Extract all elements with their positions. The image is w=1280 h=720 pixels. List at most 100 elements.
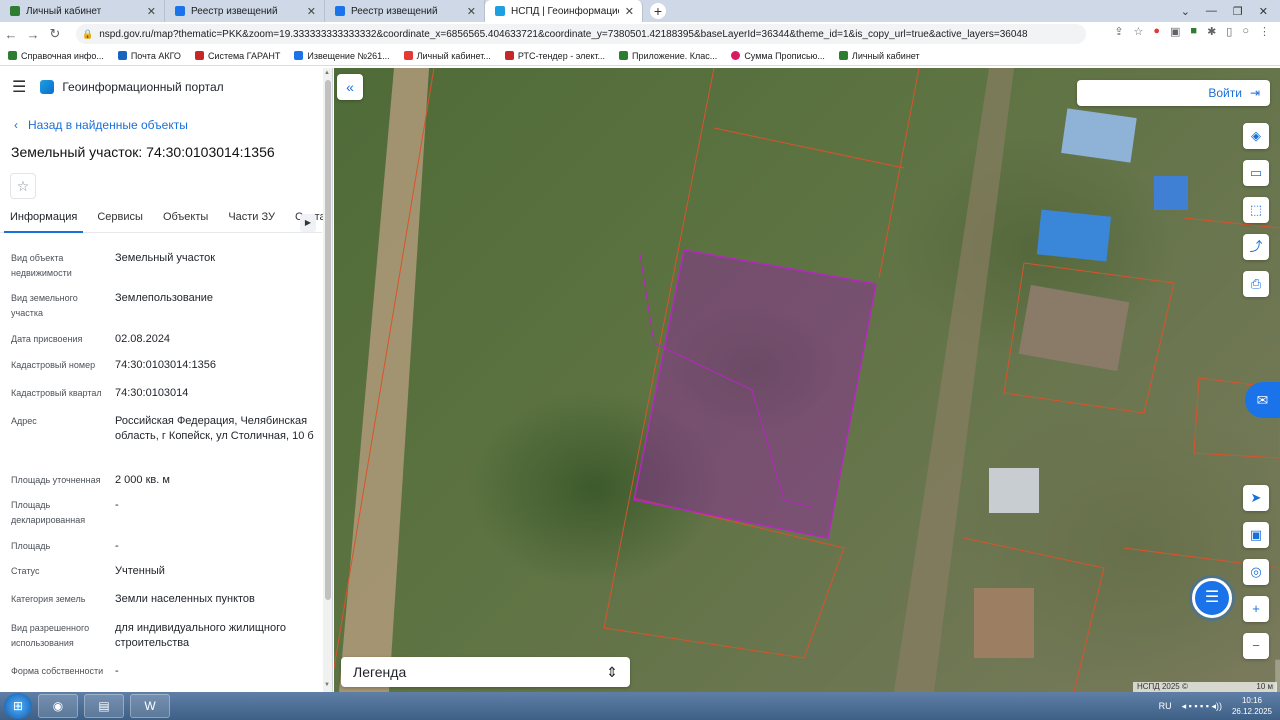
bookmark-label: Приложение. Клас... (632, 50, 718, 61)
select-area-icon[interactable]: ⬚ (1243, 197, 1269, 223)
tab-title: Реестр извещений (351, 5, 438, 17)
bookmark-label: Сумма Прописью... (744, 50, 825, 61)
scale-label: 10 м (1256, 682, 1273, 691)
maximize-icon[interactable]: ❐ (1233, 5, 1243, 18)
gosuslugi-chat-icon[interactable]: ✉ (1245, 382, 1280, 418)
tab-objects[interactable]: Объекты (153, 211, 218, 232)
close-icon[interactable]: ✕ (467, 5, 476, 18)
profile-icon[interactable]: ○ (1242, 25, 1249, 38)
dirt-road (339, 68, 429, 692)
word-taskbar-icon[interactable]: W (130, 694, 170, 718)
bookmark-label: Справочная инфо... (21, 50, 104, 61)
share-map-icon[interactable]: ⤴ (1243, 234, 1269, 260)
building-roof (1154, 176, 1188, 210)
attribute-label: Категория земель (11, 594, 86, 604)
object-info-panel: ☰ Геоинформационный портал ‹ Назад в най… (0, 68, 333, 692)
print-icon[interactable]: ⎙ (1243, 271, 1269, 297)
bookmark-label: Личный кабинет (851, 50, 920, 61)
favorite-star-button[interactable]: ☆ (10, 173, 36, 199)
menu-icon[interactable]: ⋮ (1259, 25, 1270, 38)
attribute-value: - (115, 665, 119, 677)
lock-icon: 🔒 (82, 28, 94, 39)
ruler-icon[interactable]: ▭ (1243, 160, 1269, 186)
panel-scrollbar-thumb[interactable] (325, 80, 331, 600)
tab-parts[interactable]: Части ЗУ (218, 211, 285, 232)
sidebar-icon[interactable]: ▯ (1226, 25, 1232, 38)
bookmark[interactable]: Личный кабинет (838, 50, 920, 61)
tray-icons[interactable]: ◂ ▪ ▪ ▪ ▪ ◂)) (1182, 701, 1222, 712)
attribute-value: Российская Федерация, Челябинская област… (115, 415, 314, 442)
tab-search-icon[interactable]: ⌄ (1181, 5, 1190, 18)
bookmark[interactable]: РТС-тендер - элект... (504, 51, 605, 61)
forward-arrow-icon[interactable]: → (22, 27, 44, 42)
minimize-icon[interactable]: — (1206, 5, 1217, 17)
bookmark[interactable]: Почта АКГО (117, 50, 181, 61)
legend-dropdown[interactable]: Легенда ⇕ (341, 657, 630, 687)
location-search-icon[interactable]: ◎ (1243, 559, 1269, 585)
puzzle-icon[interactable]: ✱ (1207, 25, 1216, 38)
close-icon[interactable]: ✕ (147, 5, 156, 18)
attribute-label: Площадь уточненная (11, 475, 101, 485)
bookmark[interactable]: Сумма Прописью... (731, 51, 825, 61)
bookmark[interactable]: Система ГАРАНТ (194, 51, 280, 61)
new-tab-button[interactable]: + (650, 3, 666, 19)
map-canvas[interactable]: ЦИАН 325424918 (334, 68, 1280, 692)
tabs-scroll-right-button[interactable]: ▶ (300, 214, 316, 232)
back-to-results-link[interactable]: ‹ Назад в найденные объекты (14, 118, 188, 132)
yandex-extension-icon[interactable]: ● (1153, 25, 1160, 38)
bookmark-icon (194, 51, 204, 60)
bookmark[interactable]: Приложение. Клас... (619, 51, 717, 61)
close-icon[interactable]: ✕ (625, 5, 634, 18)
start-button-icon[interactable]: ⊞ (4, 693, 32, 719)
explorer-taskbar-icon[interactable]: ▤ (84, 694, 124, 718)
bookmark[interactable]: Извещение №261... (294, 51, 390, 61)
attribute-value: Землепользование (115, 292, 214, 304)
minimap-icon[interactable]: ▣ (1243, 522, 1269, 548)
close-icon[interactable]: ✕ (307, 5, 316, 18)
hamburger-menu-icon[interactable]: ☰ (12, 77, 26, 97)
bookmark[interactable]: Справочная инфо... (8, 51, 104, 61)
support-chat-button[interactable]: ☰ (1192, 578, 1232, 618)
reload-icon[interactable]: ↻ (44, 26, 66, 42)
chrome-taskbar-icon[interactable]: ◉ (38, 694, 78, 718)
extension-icon[interactable]: ▣ (1170, 25, 1180, 38)
geolocation-icon[interactable]: ➤ (1243, 485, 1269, 511)
close-window-icon[interactable]: ✕ (1259, 5, 1268, 18)
tab-information[interactable]: Информация (0, 211, 87, 233)
zoom-in-button[interactable]: + (1243, 596, 1269, 622)
layers-icon[interactable]: ◈ (1243, 123, 1269, 149)
back-arrow-icon[interactable]: ← (0, 27, 22, 42)
attribute-value: для индивидуального жилищного строительс… (115, 622, 287, 649)
browser-tab[interactable]: Личный кабинет ✕ (0, 0, 165, 22)
browser-toolbar: ← → ↻ 🔒 nspd.gov.ru/map?thematic=PKK&zoo… (0, 22, 1280, 46)
address-bar[interactable]: 🔒 nspd.gov.ru/map?thematic=PKK&zoom=19.3… (76, 24, 1086, 44)
attribute-label: Кадастровый квартал (11, 388, 102, 398)
language-indicator[interactable]: RU (1159, 701, 1172, 711)
window-controls: ⌄ — ❐ ✕ (1181, 0, 1280, 22)
attribute-value: 02.08.2024 (115, 333, 171, 345)
scroll-down-arrow-icon[interactable]: ▼ (324, 682, 330, 688)
portal-logo-icon (40, 80, 55, 94)
login-button[interactable]: Войти ⇥ (1077, 80, 1270, 106)
bookmark-icon (731, 51, 741, 60)
bookmark-label: Почта АКГО (130, 50, 181, 61)
tab-services[interactable]: Сервисы (87, 211, 153, 232)
extension-green-icon[interactable]: ■ (1190, 25, 1197, 38)
share-icon[interactable]: ⇪ (1114, 25, 1123, 38)
selected-land-parcel[interactable] (633, 249, 877, 539)
toolbar-icons: ⇪ ☆ ● ▣ ■ ✱ ▯ ○ ⋮ (1114, 25, 1270, 38)
portal-title[interactable]: Геоинформационный портал (62, 80, 223, 94)
bookmark[interactable]: Личный кабинет... (403, 51, 491, 61)
bookmark-star-icon[interactable]: ☆ (1133, 25, 1143, 38)
browser-tab[interactable]: Реестр извещений ✕ (165, 0, 325, 22)
attribute-value: Земельный участок (115, 252, 216, 264)
login-label: Войти (1208, 86, 1242, 100)
browser-tab[interactable]: Реестр извещений ✕ (325, 0, 485, 22)
map-copyright: НСПД 2025 © (1137, 682, 1188, 691)
zoom-out-button[interactable]: − (1243, 633, 1269, 659)
clock[interactable]: 10:16 26.12.2025 (1232, 695, 1272, 717)
scroll-up-arrow-icon[interactable]: ▲ (324, 70, 330, 76)
collapse-panel-button[interactable]: « (337, 74, 363, 100)
browser-tab-active[interactable]: НСПД | Геоинформационный п ✕ (485, 0, 643, 22)
login-arrow-icon: ⇥ (1249, 86, 1260, 100)
